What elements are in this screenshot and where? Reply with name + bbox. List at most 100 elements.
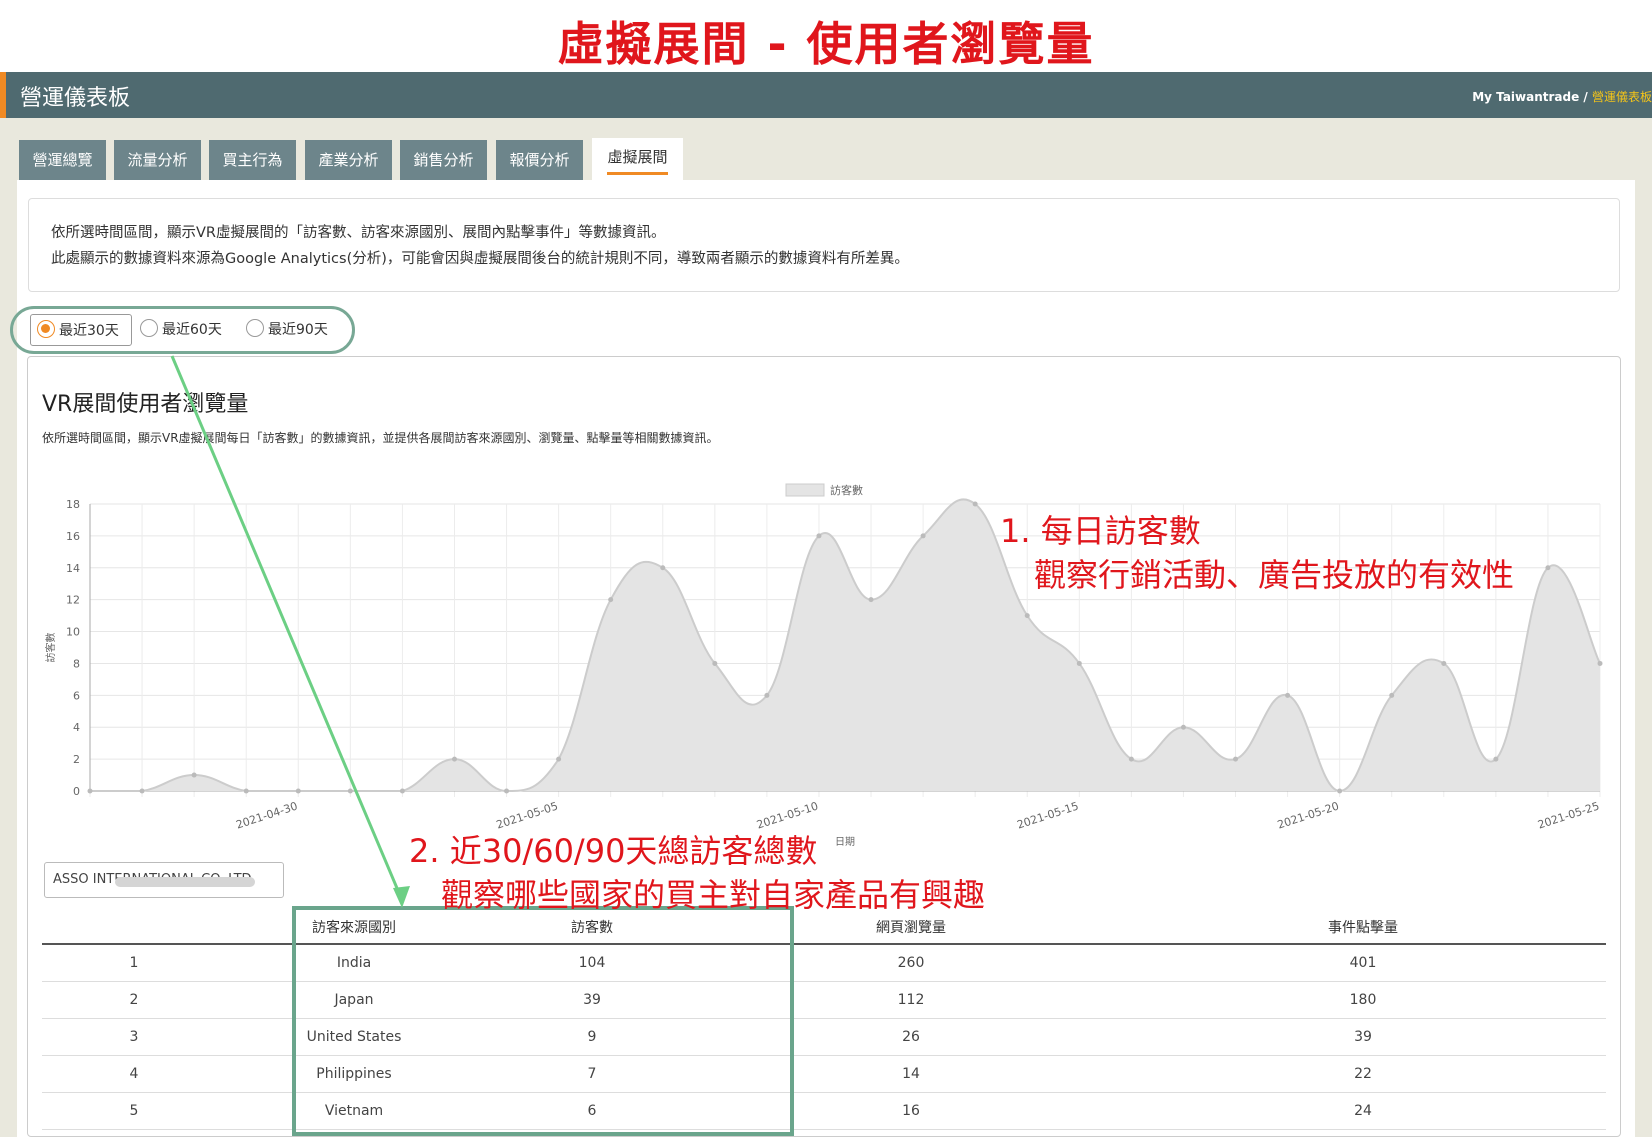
data-point: [1545, 565, 1551, 571]
table-row: 5 Vietnam 6 16 24: [42, 1092, 1606, 1130]
cell-rank: 2: [42, 981, 226, 1019]
range-option-90-label: 最近90天: [268, 322, 328, 338]
breadcrumb-separator: /: [1579, 90, 1592, 104]
cell-events: 24: [1120, 1092, 1606, 1130]
redaction-blur: [115, 877, 255, 887]
data-point: [1597, 660, 1603, 666]
data-point: [1180, 724, 1186, 730]
headline: 虛擬展間 - 使用者瀏覽量: [557, 17, 1095, 71]
data-point: [816, 533, 822, 539]
data-point: [347, 788, 353, 794]
data-point: [1337, 788, 1343, 794]
cell-rank: 3: [42, 1018, 226, 1056]
data-point: [764, 692, 770, 698]
range-option-30[interactable]: 最近30天: [30, 314, 132, 346]
y-tick-label: 0: [73, 785, 80, 798]
data-point: [243, 788, 249, 794]
company-select[interactable]: ASSO INTERNATIONAL CO.,LTD.: [44, 862, 284, 898]
cell-events: 401: [1120, 944, 1606, 982]
country-table: 訪客來源國別 訪客數 網頁瀏覽量 事件點擊量 1 India 104 260 4…: [42, 910, 1606, 1130]
cell-events: 22: [1120, 1055, 1606, 1093]
series-area: [90, 499, 1600, 791]
dashboard-title: 營運儀表板: [20, 86, 131, 111]
x-tick-label: 2021-04-30: [234, 799, 299, 831]
visitors-chart: 0246810121416182021-04-30 2021-05-05 2021-…: [44, 483, 1603, 848]
range-option-60[interactable]: 最近60天: [134, 314, 234, 346]
data-point: [1128, 756, 1134, 762]
radio-selected-icon: [37, 320, 55, 338]
y-tick-label: 18: [66, 498, 80, 511]
radio-icon: [140, 319, 158, 337]
tab-virtual-showroom[interactable]: 虛擬展間: [592, 138, 683, 180]
y-tick-label: 14: [66, 562, 80, 575]
table-row: 1 India 104 260 401: [42, 944, 1606, 982]
table-highlight-box: [292, 906, 794, 1136]
y-tick-label: 4: [73, 721, 80, 734]
data-point: [556, 756, 562, 762]
data-point: [1389, 692, 1395, 698]
breadcrumb-home[interactable]: My Taiwantrade: [1472, 90, 1579, 104]
data-point: [1493, 756, 1499, 762]
data-point: [504, 788, 510, 794]
y-axis-title: 訪客數: [44, 633, 57, 663]
y-tick-label: 12: [66, 594, 80, 607]
data-point: [972, 501, 978, 507]
breadcrumb: My Taiwantrade / 營運儀表板: [1472, 88, 1652, 105]
data-point: [1441, 660, 1447, 666]
data-point: [295, 788, 301, 794]
data-point: [1285, 692, 1291, 698]
tab-sales[interactable]: 銷售分析: [400, 140, 487, 180]
x-tick-label: 2021-05-25: [1536, 799, 1601, 831]
cell-rank: 4: [42, 1055, 226, 1093]
data-point: [1024, 613, 1030, 619]
header-events: 事件點擊量: [1120, 910, 1606, 945]
data-point: [608, 597, 614, 603]
data-point: [191, 772, 197, 778]
tab-industry[interactable]: 產業分析: [305, 140, 392, 180]
data-point: [712, 660, 718, 666]
x-axis-title: 日期: [835, 836, 855, 848]
range-option-30-label: 最近30天: [59, 323, 119, 339]
data-point: [660, 565, 666, 571]
data-point: [1233, 756, 1239, 762]
y-tick-label: 2: [73, 753, 80, 766]
y-tick-label: 6: [73, 689, 80, 702]
legend-label: 訪客數: [830, 483, 863, 497]
tab-traffic[interactable]: 流量分析: [114, 140, 201, 180]
tab-virtual-showroom-label: 虛擬展間: [607, 148, 668, 175]
data-point: [451, 756, 457, 762]
cell-rank: 1: [42, 944, 226, 982]
range-option-60-label: 最近60天: [162, 322, 222, 338]
tab-quotes[interactable]: 報價分析: [496, 140, 583, 180]
table-row: 4 Philippines 7 14 22: [42, 1055, 1606, 1093]
header-rank: [42, 910, 226, 945]
x-tick-label: 2021-05-15: [1015, 799, 1080, 831]
data-point: [139, 788, 145, 794]
top-bar: 營運儀表板 My Taiwantrade / 營運儀表板: [0, 72, 1652, 118]
y-tick-label: 8: [73, 657, 80, 670]
data-point: [399, 788, 405, 794]
cell-events: 39: [1120, 1018, 1606, 1056]
tab-buyer-behavior[interactable]: 買主行為: [209, 140, 296, 180]
legend-swatch: [785, 483, 825, 497]
annotation-2-detail: 觀察哪些國家的買主對自家產品有興趣: [441, 876, 986, 914]
data-point: [920, 533, 926, 539]
annotation-2-title: 2. 近30/60/90天總訪客總數: [409, 832, 818, 870]
data-point: [1076, 660, 1082, 666]
data-point: [868, 597, 874, 603]
table-row: 2 Japan 39 112 180: [42, 981, 1606, 1019]
y-tick-label: 10: [66, 626, 80, 639]
annotation-1-title: 1. 每日訪客數: [1000, 512, 1201, 550]
range-option-90[interactable]: 最近90天: [240, 314, 340, 346]
tab-overview[interactable]: 營運總覽: [19, 140, 106, 180]
data-point: [87, 788, 93, 794]
breadcrumb-current: 營運儀表板: [1591, 90, 1652, 104]
annotation-1-detail: 觀察行銷活動、廣告投放的有效性: [1034, 556, 1515, 594]
cell-rank: 5: [42, 1092, 226, 1130]
notice-line-1: 依所選時間區間，顯示VR虛擬展間的「訪客數、訪客來源國別、展間內點擊事件」等數據…: [51, 225, 666, 241]
info-notice: 依所選時間區間，顯示VR虛擬展間的「訪客數、訪客來源國別、展間內點擊事件」等數據…: [28, 198, 1620, 292]
chart-description: 依所選時間區間，顯示VR虛擬展間每日「訪客數」的數據資訊，並提供各展間訪客來源國…: [42, 431, 719, 445]
y-tick-label: 16: [66, 530, 80, 543]
table-row: 3 United States 9 26 39: [42, 1018, 1606, 1056]
chart-title: VR展間使用者瀏覽量: [42, 392, 249, 417]
